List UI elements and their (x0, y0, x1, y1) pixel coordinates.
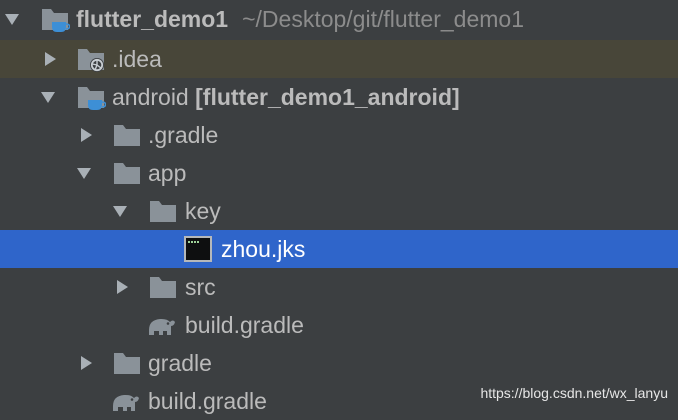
folder-icon (112, 121, 142, 149)
tree-item-label: .gradle (148, 122, 219, 148)
chevron-down-icon[interactable] (40, 89, 56, 105)
tree-item-label: zhou.jks (221, 236, 306, 262)
tree-row-zhou-jks[interactable]: zhou.jks (0, 230, 678, 268)
tree-row-gradle[interactable]: gradle (0, 344, 678, 382)
module-folder-icon (76, 83, 106, 111)
chevron-right-icon[interactable] (42, 51, 58, 67)
gradle-elephant-icon (110, 387, 140, 415)
tree-row-idea[interactable]: .idea (0, 40, 678, 78)
folder-icon (112, 349, 142, 377)
tree-item-label: build.gradle (148, 388, 267, 414)
tree-row-dot-gradle[interactable]: .gradle (0, 116, 678, 154)
tree-item-label: android [flutter_demo1_android] (112, 83, 460, 111)
tree-row-app[interactable]: app (0, 154, 678, 192)
folder-icon (148, 197, 178, 225)
chevron-down-icon[interactable] (4, 11, 20, 27)
chevron-right-icon[interactable] (78, 127, 94, 143)
project-name: flutter_demo1 (76, 6, 229, 32)
tree-item-label: key (185, 198, 221, 224)
chevron-down-icon[interactable] (76, 165, 92, 181)
folder-icon (112, 159, 142, 187)
tree-item-label: flutter_demo1 ~/Desktop/git/flutter_demo1 (76, 5, 524, 33)
chevron-down-icon[interactable] (112, 203, 128, 219)
folder-icon (148, 273, 178, 301)
idea-folder-icon (76, 45, 106, 73)
terminal-file-icon (183, 235, 213, 263)
chevron-right-icon[interactable] (114, 279, 130, 295)
tree-row-root[interactable]: flutter_demo1 ~/Desktop/git/flutter_demo1 (0, 0, 678, 38)
tree-row-app-build-gradle[interactable]: build.gradle (0, 306, 678, 344)
tree-row-src[interactable]: src (0, 268, 678, 306)
watermark-text: https://blog.csdn.net/wx_lanyu (480, 385, 668, 401)
tree-item-label: app (148, 160, 187, 186)
tree-item-label: .idea (112, 46, 162, 72)
tree-row-android[interactable]: android [flutter_demo1_android] (0, 78, 678, 116)
tree-item-label: gradle (148, 350, 212, 376)
project-path: ~/Desktop/git/flutter_demo1 (242, 6, 525, 32)
gradle-elephant-icon (146, 311, 176, 339)
module-folder-name: android (112, 84, 189, 110)
module-name: [flutter_demo1_android] (195, 84, 460, 110)
tree-item-label: build.gradle (185, 312, 304, 338)
chevron-right-icon[interactable] (78, 355, 94, 371)
tree-row-key[interactable]: key (0, 192, 678, 230)
tree-item-label: src (185, 274, 216, 300)
project-tree: flutter_demo1 ~/Desktop/git/flutter_demo1… (0, 0, 678, 414)
module-folder-icon (40, 5, 70, 33)
